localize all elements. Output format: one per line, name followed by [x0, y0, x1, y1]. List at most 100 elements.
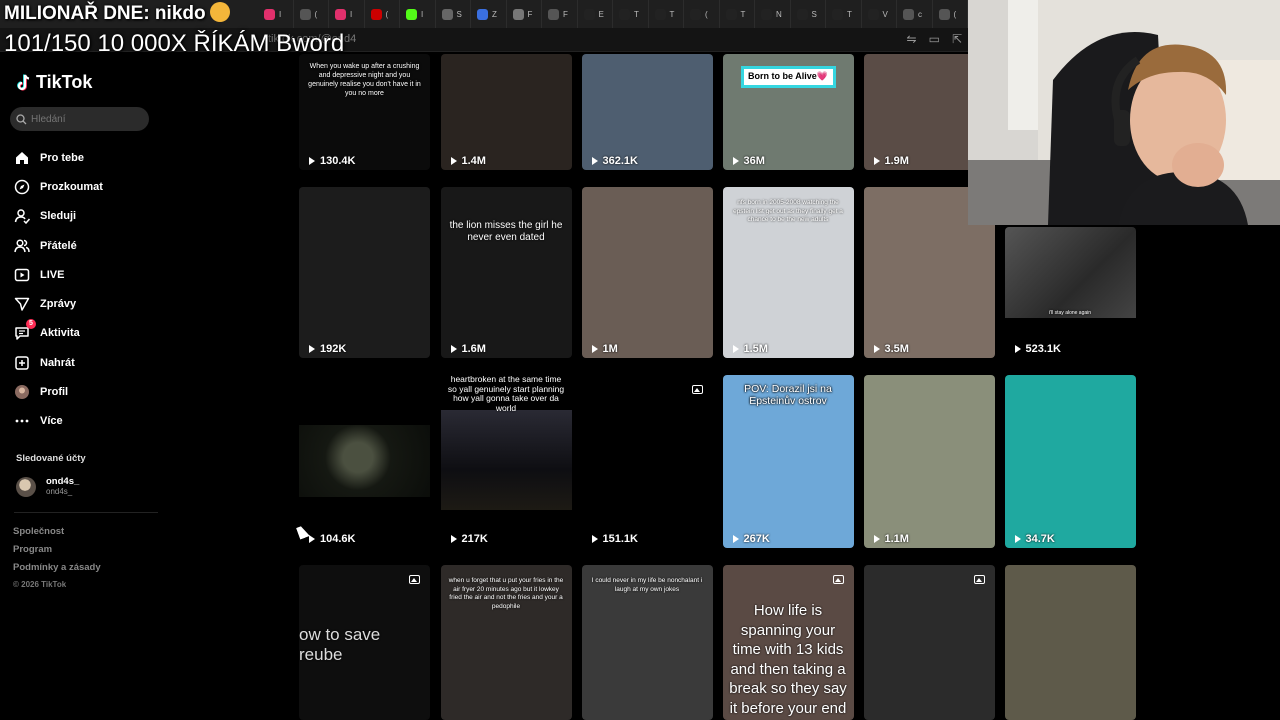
view-count: 1.1M	[873, 533, 909, 545]
more-icon	[14, 413, 30, 429]
sad-face-emoji-icon	[209, 2, 230, 22]
view-count-text: 1M	[602, 343, 618, 355]
video-card[interactable]: i'll stay alone again 523.1K	[1004, 227, 1136, 358]
video-card[interactable]: 151.1K	[581, 375, 713, 548]
main-nav: Pro tebe Prozkoumat Sleduji Přátelé LIVE Zprá…	[14, 143, 103, 436]
video-card[interactable]: When you wake up after a crushing and de…	[299, 54, 430, 170]
play-icon	[1014, 535, 1021, 543]
video-card[interactable]	[863, 565, 995, 720]
video-card[interactable]	[1004, 565, 1136, 720]
footer-link-terms[interactable]: Podmínky a zásady	[13, 562, 101, 580]
view-count-text: 1.5M	[743, 343, 768, 355]
nav-item-more[interactable]: Více	[14, 407, 103, 436]
video-card[interactable]: 1M	[581, 187, 713, 358]
sidebar: TikTok Pro tebe Prozkoumat Sleduji Přátelé L…	[0, 64, 170, 720]
followed-account[interactable]: ond4s_ ond4s_	[16, 476, 79, 497]
followed-accounts-title: Sledované účty	[16, 453, 86, 464]
logo-text: TikTok	[36, 72, 93, 92]
nav-item-label: Zprávy	[40, 298, 77, 311]
play-icon	[591, 157, 598, 165]
nav-item-label: Prozkoumat	[40, 180, 103, 193]
view-count-text: 362.1K	[602, 155, 638, 167]
nav-item-label: LIVE	[40, 268, 65, 281]
nav-item-compass[interactable]: Prozkoumat	[14, 172, 103, 201]
view-count: 104.6K	[309, 533, 355, 545]
video-card[interactable]: POV: Dorazil jsi na Epsteinův ostrov 267K	[722, 375, 854, 548]
view-count: 36M	[732, 155, 765, 167]
photo-post-icon	[409, 575, 420, 584]
video-card[interactable]: How life is spanning your time with 13 k…	[722, 565, 854, 720]
video-card[interactable]: Born to be Alive💗 36M	[722, 54, 854, 170]
video-card[interactable]: 1.4M	[440, 54, 572, 170]
tiktok-logo[interactable]: TikTok	[16, 72, 92, 93]
view-count: 217K	[450, 533, 488, 545]
nav-item-home[interactable]: Pro tebe	[14, 143, 103, 172]
video-card[interactable]: heartbroken at the same time so yall gen…	[440, 375, 572, 548]
view-count-text: 3.5M	[884, 343, 909, 355]
nav-item-live[interactable]: LIVE	[14, 260, 103, 289]
view-count-text: 151.1K	[602, 533, 638, 545]
video-caption: when u forget that u put your fries in t…	[448, 577, 564, 610]
video-card[interactable]: 362.1K	[581, 54, 713, 170]
view-count-text: 1.6M	[461, 343, 486, 355]
video-card[interactable]: the lion misses the girl he never even d…	[440, 187, 572, 358]
view-count-text: 267K	[743, 533, 770, 545]
footer-link-company[interactable]: Společnost	[13, 526, 101, 544]
footer-link-program[interactable]: Program	[13, 544, 101, 562]
view-count-text: 523.1K	[1025, 343, 1061, 355]
webcam-image	[968, 0, 1280, 225]
play-icon	[873, 535, 880, 543]
view-count-text: 34.7K	[1025, 533, 1055, 545]
nav-item-friends[interactable]: Přátelé	[14, 231, 103, 260]
video-thumbnail	[299, 425, 430, 497]
video-card[interactable]: ow to save reube	[299, 565, 430, 720]
home-icon	[14, 150, 30, 166]
play-icon	[309, 345, 315, 353]
video-card[interactable]: when u forget that u put your fries in t…	[440, 565, 572, 720]
friends-icon	[14, 238, 30, 254]
video-thumbnail	[1004, 227, 1136, 318]
view-count: 3.5M	[873, 343, 909, 355]
photo-post-icon	[973, 575, 985, 584]
view-count: 1.5M	[732, 343, 768, 355]
play-icon	[732, 157, 739, 165]
video-caption: When you wake up after a crushing and de…	[308, 63, 421, 97]
sidebar-footer: Společnost Program Podmínky a zásady © 2…	[13, 526, 101, 598]
search-input[interactable]	[31, 113, 141, 125]
search-box[interactable]	[10, 107, 149, 131]
play-icon	[450, 535, 457, 543]
nav-item-messages[interactable]: Zprávy	[14, 289, 103, 318]
nav-item-activity[interactable]: 5 Aktivita	[14, 319, 103, 348]
nav-item-following[interactable]: Sleduji	[14, 202, 103, 231]
divider	[14, 512, 158, 513]
video-card[interactable]: nfs born in 2005-2008 watching the epste…	[722, 187, 854, 358]
nav-item-profile[interactable]: Profil	[14, 377, 103, 406]
view-count-text: 192K	[320, 343, 347, 355]
video-caption: I could never in my life be nonchalant i…	[591, 577, 703, 593]
photo-post-icon	[691, 385, 703, 394]
following-icon	[14, 208, 30, 225]
view-count: 1.9M	[873, 155, 909, 167]
view-count-text: 1.9M	[884, 155, 909, 167]
play-icon	[873, 345, 880, 353]
compass-icon	[14, 179, 30, 195]
nav-item-upload[interactable]: Nahrát	[14, 348, 103, 377]
play-icon	[591, 345, 598, 353]
video-caption: the lion misses the girl he never even d…	[449, 220, 563, 243]
video-card[interactable]: 34.7K	[1004, 375, 1136, 548]
nav-item-label: Sleduji	[40, 210, 77, 223]
stream-overlay-title: MILIONAŘ DNE: nikdo	[4, 2, 230, 25]
play-icon	[309, 157, 315, 165]
view-count: 1M	[591, 343, 618, 355]
avatar	[16, 476, 36, 497]
video-card[interactable]: 104.6K	[299, 375, 430, 548]
profile-icon	[14, 384, 30, 400]
video-card[interactable]: 1.1M	[863, 375, 995, 548]
nav-item-label: Nahrát	[40, 356, 75, 369]
video-card[interactable]: 192K	[299, 187, 430, 358]
video-card[interactable]: I could never in my life be nonchalant i…	[581, 565, 713, 720]
browser-tab[interactable]: I	[258, 0, 294, 28]
play-icon	[1014, 345, 1021, 353]
view-count-text: 36M	[743, 155, 765, 167]
play-icon	[450, 345, 457, 353]
